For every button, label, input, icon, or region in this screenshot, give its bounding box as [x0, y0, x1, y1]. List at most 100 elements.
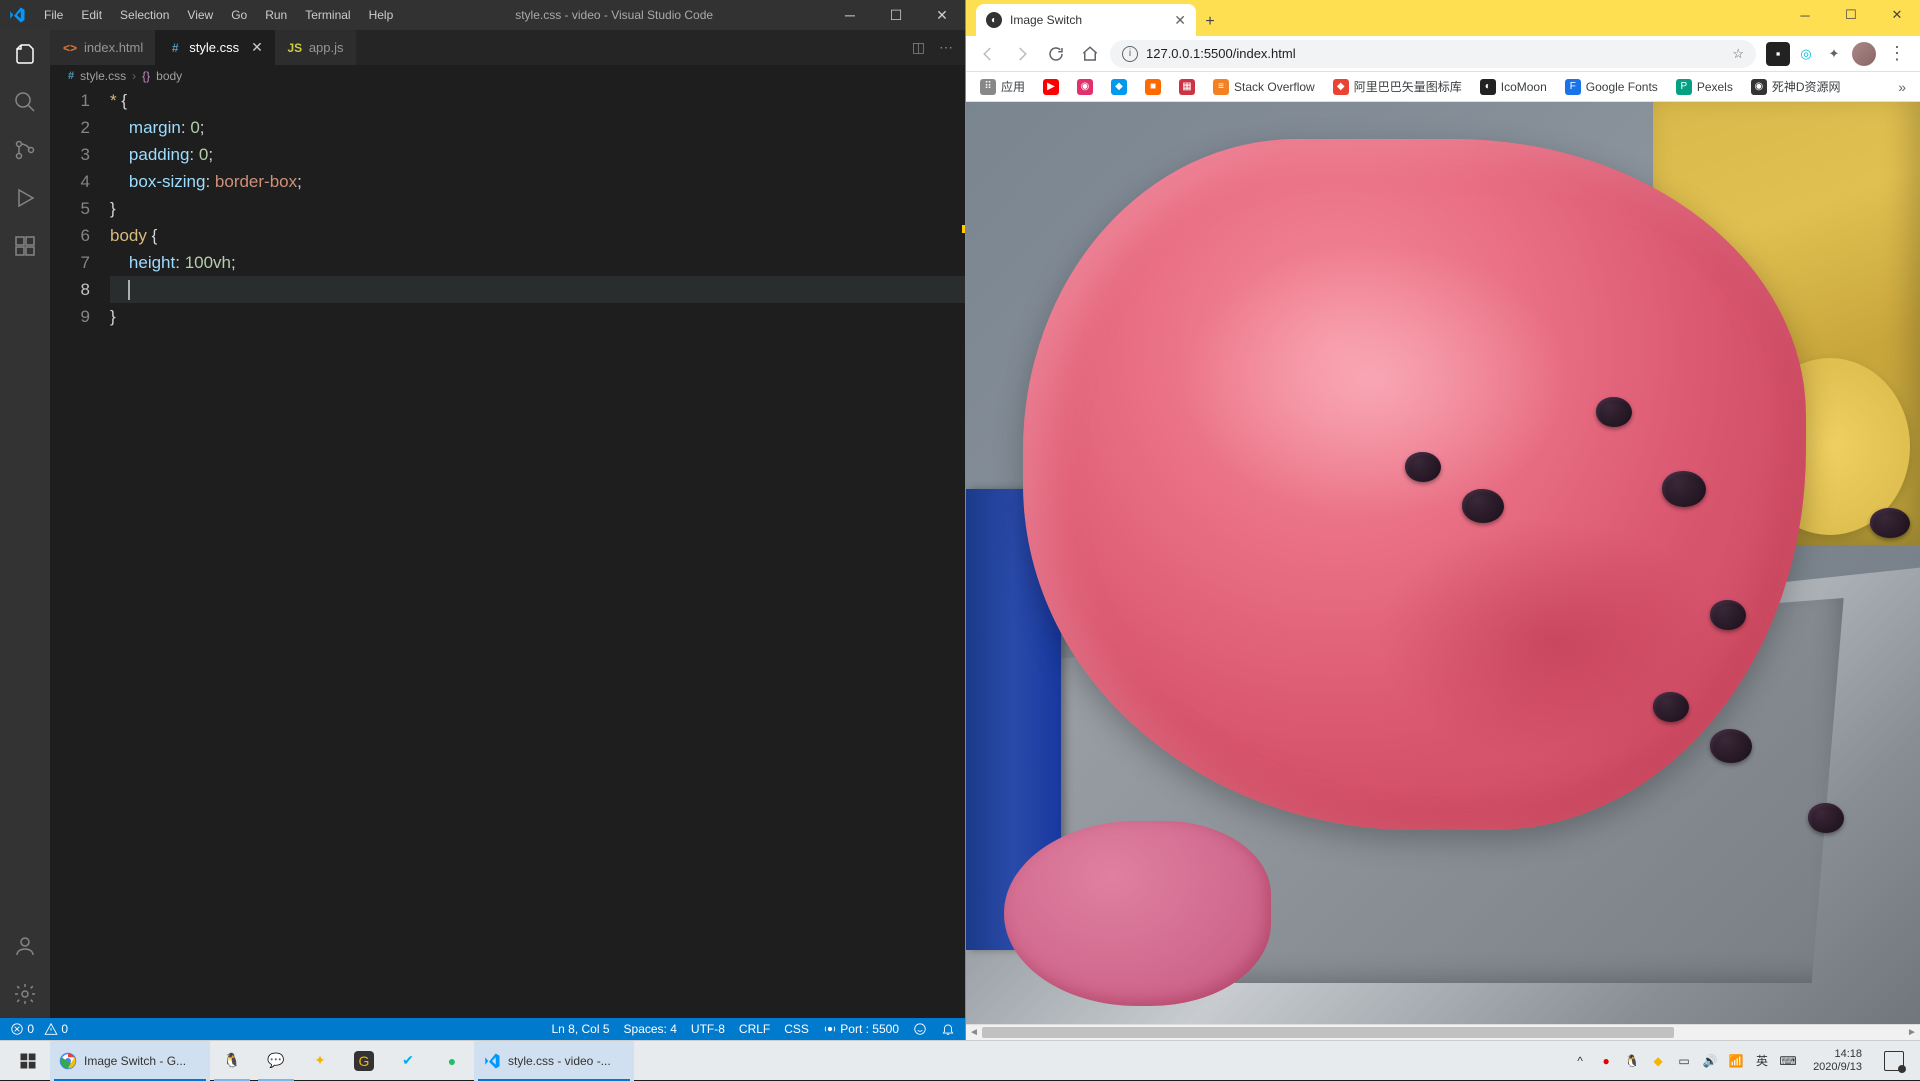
bookmark-item[interactable]: ⠿应用: [974, 75, 1031, 98]
status-live-server[interactable]: Port : 5500: [823, 1022, 899, 1037]
bookmark-item[interactable]: ≡Stack Overflow: [1207, 76, 1321, 98]
bookmark-favicon-icon: ≡: [1213, 79, 1229, 95]
tray-volume-icon[interactable]: 🔊: [1701, 1052, 1719, 1070]
tray-chevron-up-icon[interactable]: ^: [1571, 1052, 1589, 1070]
vscode-logo-icon: [8, 6, 26, 24]
taskbar-app[interactable]: ✔: [386, 1041, 430, 1081]
bookmark-favicon-icon: P: [1676, 79, 1692, 95]
tray-network-icon[interactable]: 📶: [1727, 1052, 1745, 1070]
editor-tab-app-js[interactable]: JSapp.js: [275, 30, 356, 65]
bookmark-item[interactable]: FGoogle Fonts: [1559, 76, 1664, 98]
run-debug-icon[interactable]: [11, 184, 39, 212]
explorer-icon[interactable]: [11, 40, 39, 68]
menu-run[interactable]: Run: [257, 4, 295, 26]
tray-battery-icon[interactable]: ▭: [1675, 1052, 1693, 1070]
tab-close-button[interactable]: ✕: [251, 39, 263, 56]
tab-close-button[interactable]: ✕: [1174, 12, 1186, 29]
window-minimize-button[interactable]: ─: [1782, 0, 1828, 30]
menu-file[interactable]: File: [36, 4, 71, 26]
start-button[interactable]: [6, 1041, 50, 1081]
menu-help[interactable]: Help: [361, 4, 402, 26]
extension-icon[interactable]: ▪: [1766, 42, 1790, 66]
editor-tab-index-html[interactable]: <>index.html: [50, 30, 155, 65]
code-editor[interactable]: 123456789 * { margin: 0; padding: 0; box…: [50, 87, 965, 1018]
activity-bar: [0, 30, 50, 1018]
menu-view[interactable]: View: [179, 4, 221, 26]
menu-selection[interactable]: Selection: [112, 4, 177, 26]
page-viewport: [966, 102, 1920, 1024]
extensions-icon[interactable]: [11, 232, 39, 260]
window-maximize-button[interactable]: ☐: [1828, 0, 1874, 30]
extension-icon[interactable]: ◎: [1794, 42, 1818, 66]
scrollbar-thumb[interactable]: [982, 1027, 1674, 1038]
taskbar-app[interactable]: ✦: [298, 1041, 342, 1081]
tray-icon[interactable]: ●: [1597, 1052, 1615, 1070]
bookmark-item[interactable]: ◉死神D资源网: [1745, 75, 1847, 98]
window-close-button[interactable]: ✕: [1874, 0, 1920, 30]
bookmark-label: 阿里巴巴矢量图标库: [1354, 78, 1462, 95]
settings-gear-icon[interactable]: [11, 980, 39, 1008]
taskbar-vscode[interactable]: style.css - video -...: [474, 1041, 634, 1081]
bookmark-item[interactable]: ▦: [1173, 76, 1201, 98]
tray-icon[interactable]: 🐧: [1623, 1052, 1641, 1070]
menu-terminal[interactable]: Terminal: [297, 4, 358, 26]
browser-tab[interactable]: ◐ Image Switch ✕: [976, 4, 1196, 36]
status-problems[interactable]: 0 0: [10, 1022, 68, 1037]
status-cursor-position[interactable]: Ln 8, Col 5: [551, 1022, 609, 1036]
scroll-left-icon[interactable]: ◄: [966, 1027, 982, 1038]
taskbar-chrome[interactable]: Image Switch - G...: [50, 1041, 210, 1081]
bookmark-item[interactable]: ▶: [1037, 76, 1065, 98]
horizontal-scrollbar[interactable]: ◄ ►: [966, 1024, 1920, 1040]
bookmark-item[interactable]: ◆: [1105, 76, 1133, 98]
forward-button[interactable]: [1008, 40, 1036, 68]
source-control-icon[interactable]: [11, 136, 39, 164]
reload-button[interactable]: [1042, 40, 1070, 68]
status-language[interactable]: CSS: [784, 1022, 809, 1036]
status-notifications-icon[interactable]: [941, 1022, 955, 1037]
menu-go[interactable]: Go: [223, 4, 255, 26]
chrome-window: ◐ Image Switch ✕ + ─ ☐ ✕ i 127.0.0.1:550…: [965, 0, 1920, 1040]
symbol-icon: {}: [142, 69, 150, 83]
profile-avatar[interactable]: [1852, 42, 1876, 66]
home-button[interactable]: [1076, 40, 1104, 68]
window-close-button[interactable]: ✕: [919, 0, 965, 30]
chrome-menu-button[interactable]: ⋮: [1882, 43, 1912, 64]
editor-tab-style-css[interactable]: #style.css✕: [155, 30, 275, 65]
editor-tab-bar: <>index.html#style.css✕JSapp.js ◫ ⋯: [50, 30, 965, 65]
breadcrumb[interactable]: # style.css › {} body: [50, 65, 965, 87]
bookmark-item[interactable]: PPexels: [1670, 76, 1739, 98]
address-bar[interactable]: i 127.0.0.1:5500/index.html ☆: [1110, 40, 1756, 68]
bookmark-item[interactable]: ■: [1139, 76, 1167, 98]
status-encoding[interactable]: UTF-8: [691, 1022, 725, 1036]
taskbar-wechat[interactable]: 💬: [254, 1041, 298, 1081]
taskbar-clock[interactable]: 14:18 2020/9/13: [1805, 1048, 1870, 1074]
menu-edit[interactable]: Edit: [73, 4, 110, 26]
window-maximize-button[interactable]: ☐: [873, 0, 919, 30]
bookmark-item[interactable]: ◐IcoMoon: [1474, 76, 1553, 98]
tray-ime-icon[interactable]: ⌨: [1779, 1052, 1797, 1070]
status-eol[interactable]: CRLF: [739, 1022, 770, 1036]
bookmarks-overflow-button[interactable]: »: [1892, 79, 1912, 95]
new-tab-button[interactable]: +: [1196, 8, 1224, 36]
tray-icon[interactable]: ◆: [1649, 1052, 1667, 1070]
accounts-icon[interactable]: [11, 932, 39, 960]
taskbar-qq[interactable]: 🐧: [210, 1041, 254, 1081]
extensions-puzzle-icon[interactable]: ✦: [1822, 42, 1846, 66]
status-feedback-icon[interactable]: [913, 1022, 927, 1037]
window-minimize-button[interactable]: ─: [827, 0, 873, 30]
status-indentation[interactable]: Spaces: 4: [624, 1022, 677, 1036]
site-info-icon[interactable]: i: [1122, 46, 1138, 62]
bookmark-item[interactable]: ◆阿里巴巴矢量图标库: [1327, 75, 1468, 98]
bookmark-item[interactable]: ◉: [1071, 76, 1099, 98]
search-icon[interactable]: [11, 88, 39, 116]
scroll-right-icon[interactable]: ►: [1904, 1027, 1920, 1038]
css-file-icon: #: [167, 40, 183, 56]
action-center-icon[interactable]: [1884, 1051, 1904, 1071]
taskbar-app[interactable]: ●: [430, 1041, 474, 1081]
split-editor-icon[interactable]: ◫: [912, 39, 925, 56]
tray-ime[interactable]: 英: [1753, 1052, 1771, 1070]
more-actions-icon[interactable]: ⋯: [939, 39, 953, 56]
back-button[interactable]: [974, 40, 1002, 68]
bookmark-star-icon[interactable]: ☆: [1732, 46, 1744, 62]
taskbar-app[interactable]: G: [342, 1041, 386, 1081]
